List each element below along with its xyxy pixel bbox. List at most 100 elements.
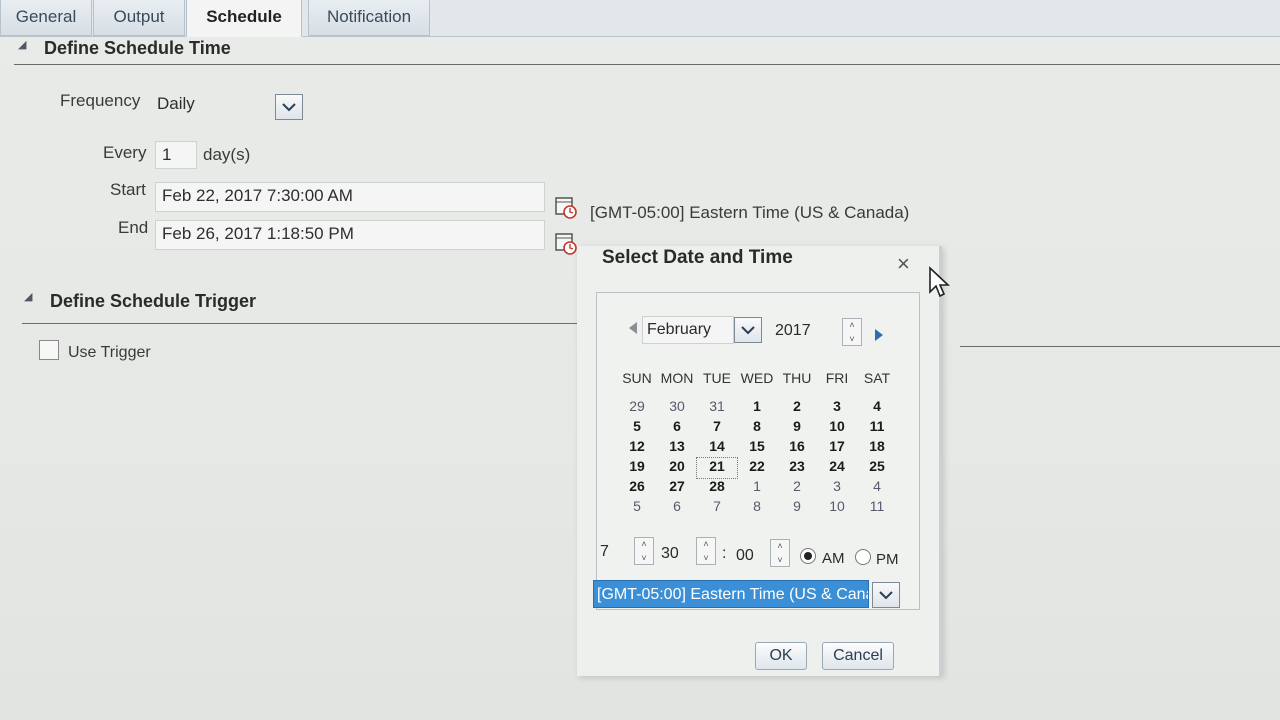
calendar-day[interactable]: 9 bbox=[777, 418, 817, 438]
section-divider bbox=[14, 64, 1280, 65]
second-spinner[interactable]: ˄ ˅ bbox=[770, 539, 790, 567]
spin-up-icon[interactable]: ˄ bbox=[641, 538, 646, 550]
previous-month-icon[interactable] bbox=[628, 321, 638, 335]
spin-up-icon[interactable]: ˄ bbox=[777, 540, 782, 552]
calendar-day[interactable]: 7 bbox=[697, 498, 737, 518]
year-spinner[interactable]: ˄ ˅ bbox=[842, 318, 862, 346]
use-trigger-checkbox[interactable] bbox=[39, 340, 59, 360]
calendar-day[interactable]: 13 bbox=[657, 438, 697, 458]
frequency-value: Daily bbox=[157, 94, 195, 113]
tab-general[interactable]: General bbox=[0, 0, 92, 36]
month-dropdown-button[interactable] bbox=[734, 317, 762, 343]
tab-notification[interactable]: Notification bbox=[308, 0, 430, 36]
weekday-label: WED bbox=[740, 370, 774, 386]
calendar-day[interactable]: 24 bbox=[817, 458, 857, 478]
calendar-day[interactable]: 28 bbox=[697, 478, 737, 498]
tab-schedule[interactable]: Schedule bbox=[186, 0, 302, 37]
second-value[interactable]: 00 bbox=[736, 547, 754, 565]
every-unit: day(s) bbox=[203, 145, 251, 164]
calendar-day[interactable]: 4 bbox=[857, 398, 897, 418]
calendar-clock-icon[interactable] bbox=[554, 230, 578, 256]
frequency-select[interactable]: Daily bbox=[151, 91, 275, 121]
timezone-dropdown-button[interactable] bbox=[872, 582, 900, 608]
spin-down-icon[interactable]: ˅ bbox=[641, 552, 646, 564]
calendar-day[interactable]: 19 bbox=[617, 458, 657, 478]
month-value: February bbox=[647, 321, 712, 338]
calendar-day-selected[interactable]: 21 bbox=[696, 457, 738, 479]
pm-radio[interactable] bbox=[855, 549, 871, 565]
calendar-day[interactable]: 14 bbox=[697, 438, 737, 458]
calendar-day[interactable]: 6 bbox=[657, 418, 697, 438]
calendar-day[interactable]: 2 bbox=[777, 398, 817, 418]
spin-down-icon[interactable]: ˅ bbox=[849, 333, 854, 345]
chevron-down-icon bbox=[879, 591, 893, 600]
timezone-select[interactable]: [GMT-05:00] Eastern Time (US & Canada) bbox=[593, 580, 869, 608]
calendar-week-row: 12 13 14 15 16 17 18 bbox=[617, 438, 897, 458]
calendar-day[interactable]: 4 bbox=[857, 478, 897, 498]
cancel-button[interactable]: Cancel bbox=[822, 642, 894, 670]
calendar-day[interactable]: 15 bbox=[737, 438, 777, 458]
end-datetime-input[interactable]: Feb 26, 2017 1:18:50 PM bbox=[155, 220, 545, 250]
ok-button[interactable]: OK bbox=[755, 642, 807, 670]
calendar-day[interactable]: 10 bbox=[817, 418, 857, 438]
minute-spinner[interactable]: ˄ ˅ bbox=[696, 537, 716, 565]
calendar-day[interactable]: 30 bbox=[657, 398, 697, 418]
calendar-day[interactable]: 20 bbox=[657, 458, 697, 478]
end-label: End bbox=[118, 218, 149, 237]
calendar-day[interactable]: 16 bbox=[777, 438, 817, 458]
calendar-day[interactable]: 18 bbox=[857, 438, 897, 458]
spin-down-icon[interactable]: ˅ bbox=[703, 552, 708, 564]
weekday-header: SUN MON TUE WED THU FRI SAT bbox=[617, 370, 897, 386]
calendar-day[interactable]: 11 bbox=[857, 418, 897, 438]
minute-value[interactable]: 30 bbox=[661, 545, 679, 563]
calendar-day[interactable]: 3 bbox=[817, 478, 857, 498]
calendar-clock-icon[interactable] bbox=[554, 194, 578, 220]
calendar-day[interactable]: 11 bbox=[857, 498, 897, 518]
calendar-day[interactable]: 2 bbox=[777, 478, 817, 498]
calendar-day[interactable]: 5 bbox=[617, 418, 657, 438]
start-label: Start bbox=[110, 180, 146, 199]
calendar-day[interactable]: 10 bbox=[817, 498, 857, 518]
collapse-triangle-icon[interactable]: ◢ bbox=[24, 290, 32, 303]
every-input[interactable]: 1 bbox=[155, 141, 197, 169]
calendar-day[interactable]: 9 bbox=[777, 498, 817, 518]
close-icon[interactable]: × bbox=[897, 251, 910, 277]
calendar-day[interactable]: 1 bbox=[737, 478, 777, 498]
timezone-text: [GMT-05:00] Eastern Time (US & Canada) bbox=[590, 203, 910, 222]
start-datetime-input[interactable]: Feb 22, 2017 7:30:00 AM bbox=[155, 182, 545, 212]
year-value[interactable]: 2017 bbox=[775, 322, 811, 340]
calendar-day[interactable]: 5 bbox=[617, 498, 657, 518]
calendar-day[interactable]: 17 bbox=[817, 438, 857, 458]
calendar-day[interactable]: 3 bbox=[817, 398, 857, 418]
calendar-day[interactable]: 6 bbox=[657, 498, 697, 518]
calendar-day[interactable]: 29 bbox=[617, 398, 657, 418]
calendar-day[interactable]: 23 bbox=[777, 458, 817, 478]
calendar-day[interactable]: 7 bbox=[697, 418, 737, 438]
spin-up-icon[interactable]: ˄ bbox=[703, 538, 708, 550]
spin-up-icon[interactable]: ˄ bbox=[849, 319, 854, 331]
calendar-day[interactable]: 25 bbox=[857, 458, 897, 478]
chevron-down-icon bbox=[282, 103, 296, 112]
hour-value[interactable]: 7 bbox=[600, 543, 609, 561]
next-month-icon[interactable] bbox=[874, 328, 884, 342]
collapse-triangle-icon[interactable]: ◢ bbox=[18, 38, 26, 51]
calendar-day[interactable]: 1 bbox=[737, 398, 777, 418]
end-value: Feb 26, 2017 1:18:50 PM bbox=[162, 224, 354, 243]
calendar-day[interactable]: 8 bbox=[737, 498, 777, 518]
section-divider bbox=[22, 323, 586, 324]
calendar-day[interactable]: 22 bbox=[737, 458, 777, 478]
month-select[interactable]: February bbox=[642, 316, 734, 344]
tab-output[interactable]: Output bbox=[93, 0, 185, 36]
calendar-day[interactable]: 26 bbox=[617, 478, 657, 498]
calendar-day[interactable]: 31 bbox=[697, 398, 737, 418]
calendar-week-row: 5 6 7 8 9 10 11 bbox=[617, 418, 897, 438]
am-radio[interactable] bbox=[800, 548, 816, 564]
calendar-day[interactable]: 12 bbox=[617, 438, 657, 458]
hour-spinner[interactable]: ˄ ˅ bbox=[634, 537, 654, 565]
frequency-dropdown-button[interactable] bbox=[275, 94, 303, 120]
calendar-week-row: 19 20 21 22 23 24 25 bbox=[617, 457, 897, 479]
calendar-day[interactable]: 27 bbox=[657, 478, 697, 498]
calendar-day[interactable]: 8 bbox=[737, 418, 777, 438]
spin-down-icon[interactable]: ˅ bbox=[777, 554, 782, 566]
frequency-label: Frequency bbox=[60, 91, 141, 110]
